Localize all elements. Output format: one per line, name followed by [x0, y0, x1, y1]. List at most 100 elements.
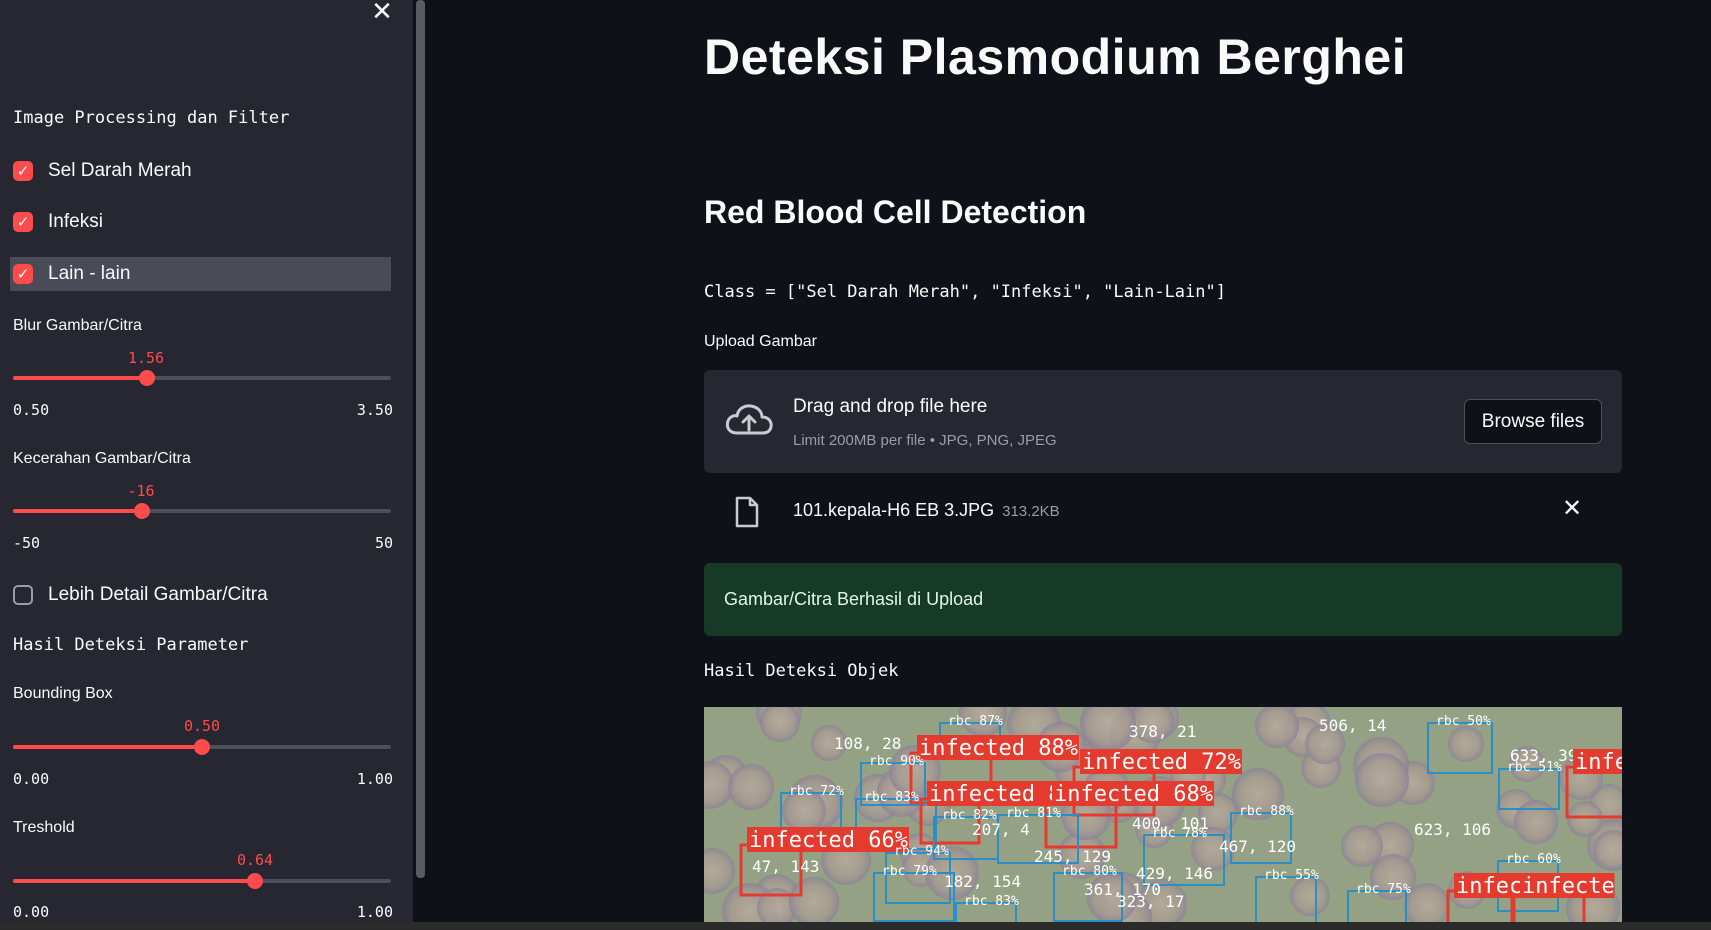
- cell-blob: [728, 764, 774, 810]
- checkbox-lebih-detail[interactable]: Lebih Detail Gambar/Citra: [13, 578, 391, 612]
- detection-label: infected 68%: [1054, 782, 1213, 807]
- slider-label-kecerahan: Kecerahan Gambar/Citra: [13, 450, 191, 467]
- detection-label: rbc 87%: [948, 714, 1003, 729]
- slider-value-treshold: 0.64: [236, 851, 274, 869]
- detection-label: 506, 14: [1319, 716, 1386, 735]
- detection-label: rbc 60%: [1506, 852, 1561, 867]
- detection-label: 378, 21: [1129, 722, 1196, 741]
- dropzone-limit: Limit 200MB per file • JPG, PNG, JPEG: [793, 432, 1057, 449]
- checkbox-label: Sel Darah Merah: [48, 160, 192, 181]
- detection-label: rbc 55%: [1264, 868, 1319, 883]
- detection-label: rbc 80%: [1062, 864, 1117, 879]
- checkbox-label: Lain - lain: [48, 263, 131, 284]
- checkbox-infeksi[interactable]: ✓ Infeksi: [13, 205, 391, 239]
- sidebar-scrollbar[interactable]: [416, 0, 425, 878]
- page-subtitle: Red Blood Cell Detection: [704, 194, 1087, 230]
- detection-label: rbc 81%: [1006, 806, 1061, 821]
- upload-label: Upload Gambar: [704, 333, 817, 350]
- detection-label: 623, 106: [1414, 820, 1491, 839]
- slider-thumb[interactable]: [247, 873, 263, 889]
- detection-label: rbc 75%: [1356, 882, 1411, 897]
- close-icon[interactable]: ✕: [368, 0, 396, 24]
- slider-label-blur: Blur Gambar/Citra: [13, 317, 142, 334]
- slider-thumb[interactable]: [134, 503, 150, 519]
- slider-bounding-box[interactable]: [13, 739, 391, 755]
- slider-max-blur: 3.50: [356, 401, 393, 419]
- section-caption-hasil-deteksi: Hasil Deteksi Parameter: [13, 635, 249, 655]
- detection-label: infe: [1575, 750, 1622, 775]
- detection-label: rbc 51%: [1507, 760, 1562, 775]
- cell-blob: [1567, 801, 1603, 837]
- browse-files-button[interactable]: Browse files: [1464, 399, 1602, 444]
- detection-label: rbc 50%: [1436, 714, 1491, 729]
- slider-blur[interactable]: [13, 370, 391, 386]
- checkbox-sel-darah-merah[interactable]: ✓ Sel Darah Merah: [13, 154, 391, 188]
- slider-thumb[interactable]: [194, 739, 210, 755]
- detection-label: rbc 88%: [1239, 804, 1294, 819]
- detection-label: 182, 154: [944, 872, 1021, 891]
- detection-label: infected 66%: [749, 828, 908, 853]
- result-caption: Hasil Deteksi Objek: [704, 661, 899, 681]
- main-content: Deteksi Plasmodium Berghei Red Blood Cel…: [425, 0, 1711, 930]
- cell-blob: [1341, 825, 1383, 867]
- slider-min-kecerahan: -50: [13, 534, 41, 552]
- file-dropzone[interactable]: Drag and drop file here Limit 200MB per …: [704, 370, 1622, 473]
- remove-file-icon[interactable]: ✕: [1557, 494, 1587, 524]
- detection-image-canvas: rbc 87% infected 88% 506, 14 rbc 50% 108, 28…: [704, 707, 1622, 924]
- uploaded-file-row: 101.kepala-H6 EB 3.JPG 313.2KB ✕: [704, 488, 1622, 534]
- cell-blob: [1355, 753, 1409, 807]
- checkbox-label: Lebih Detail Gambar/Citra: [48, 584, 268, 605]
- detection-label: rbc 94%: [894, 844, 949, 859]
- slider-min-treshold: 0.00: [13, 903, 50, 921]
- slider-max-treshold: 1.00: [356, 903, 393, 921]
- sidebar: ✕ Image Processing dan Filter ✓ Sel Dara…: [0, 0, 413, 930]
- slider-min-blur: 0.50: [13, 401, 50, 419]
- detection-label: rbc 78%: [1152, 826, 1207, 841]
- detection-label: 47, 143: [752, 857, 819, 876]
- slider-label-treshold: Treshold: [13, 819, 75, 836]
- file-name-text: 101.kepala-H6 EB 3.JPG: [793, 500, 995, 520]
- dropzone-title: Drag and drop file here: [793, 396, 988, 417]
- file-size: 313.2KB: [1002, 503, 1060, 520]
- slider-fill: [13, 376, 147, 380]
- detection-label: 207, 4: [972, 820, 1030, 839]
- slider-treshold[interactable]: [13, 873, 391, 889]
- slider-value-kecerahan: -16: [127, 482, 155, 500]
- detection-label: infected 72%: [1082, 750, 1241, 775]
- checkbox-lain-lain[interactable]: ✓ Lain - lain: [10, 257, 391, 291]
- page-title: Deteksi Plasmodium Berghei: [704, 29, 1407, 85]
- checkbox-label: Infeksi: [48, 211, 103, 232]
- checkbox-checked-icon[interactable]: ✓: [13, 264, 33, 284]
- section-caption-image-processing: Image Processing dan Filter: [13, 108, 290, 128]
- cloud-upload-icon: [725, 404, 773, 435]
- detection-label: rbc 90%: [869, 754, 924, 769]
- success-alert: Gambar/Citra Berhasil di Upload: [704, 563, 1622, 636]
- slider-label-bounding-box: Bounding Box: [13, 685, 113, 702]
- checkbox-checked-icon[interactable]: ✓: [13, 212, 33, 232]
- slider-max-bounding-box: 1.00: [356, 770, 393, 788]
- slider-max-kecerahan: 50: [374, 534, 393, 552]
- cell-blob: [1448, 726, 1484, 762]
- detection-result-image: rbc 87% infected 88% 506, 14 rbc 50% 108, 28…: [704, 707, 1622, 924]
- slider-thumb[interactable]: [139, 370, 155, 386]
- bottom-bar: [0, 922, 1711, 930]
- slider-kecerahan[interactable]: [13, 503, 391, 519]
- detection-label: infecte: [1522, 874, 1615, 899]
- slider-fill: [13, 509, 142, 513]
- detection-label: 108, 28: [834, 734, 901, 753]
- slider-min-bounding-box: 0.00: [13, 770, 50, 788]
- detection-label: rbc 83%: [864, 790, 919, 805]
- checkbox-checked-icon[interactable]: ✓: [13, 161, 33, 181]
- cell-blob: [1514, 800, 1558, 844]
- detection-label: infected 88%: [919, 736, 1078, 761]
- file-name: 101.kepala-H6 EB 3.JPG 313.2KB: [793, 500, 1060, 521]
- detection-label: rbc 79%: [882, 864, 937, 879]
- slider-value-blur: 1.56: [127, 349, 165, 367]
- slider-fill: [13, 745, 202, 749]
- file-icon: [735, 496, 759, 528]
- slider-value-bounding-box: 0.50: [183, 717, 221, 735]
- checkbox-unchecked-icon[interactable]: [13, 585, 33, 605]
- slider-fill: [13, 879, 255, 883]
- success-alert-text: Gambar/Citra Berhasil di Upload: [724, 589, 984, 609]
- detection-label: 467, 120: [1219, 837, 1296, 856]
